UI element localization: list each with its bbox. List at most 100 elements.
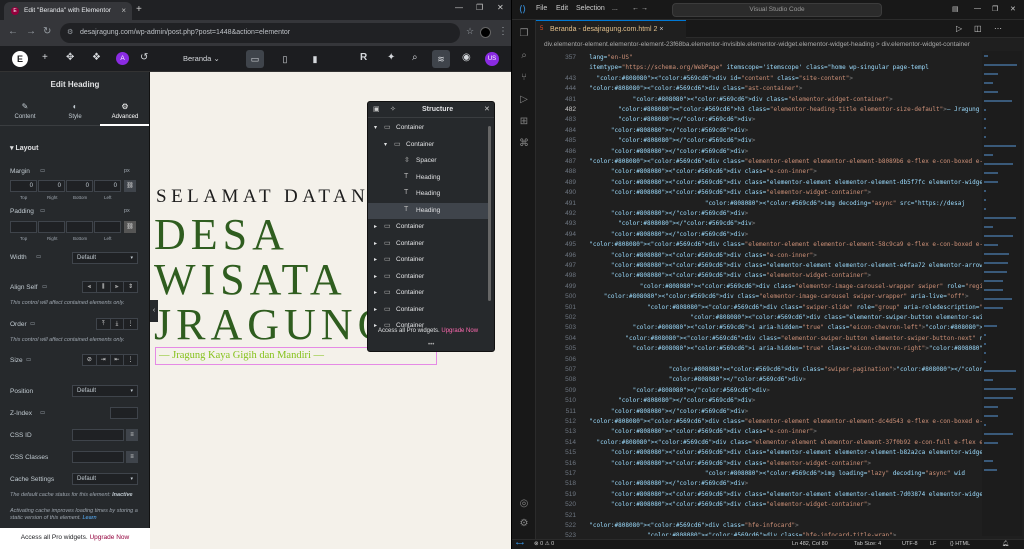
title-heading[interactable]: DESA WISATA JRAGUNG — [154, 212, 394, 347]
menu-selection[interactable]: Selection — [576, 5, 605, 12]
menu-more[interactable]: ... — [612, 5, 618, 12]
align-start-icon[interactable]: ⫷ — [83, 282, 97, 292]
code-editor[interactable]: lang="en-US" itemtype="https://schema.or… — [582, 51, 1000, 536]
structure-toggle-icon[interactable]: ≋ — [432, 50, 450, 68]
account-icon[interactable]: ◎ — [518, 498, 530, 509]
responsive-desktop-icon[interactable]: ▭ — [40, 410, 45, 416]
source-control-icon[interactable]: ⑂ — [518, 72, 530, 83]
language-mode[interactable]: {} HTML — [950, 541, 970, 547]
expand-arrow-icon[interactable]: ▸ — [374, 273, 377, 280]
minimize-icon[interactable]: — — [455, 3, 463, 12]
size-none-icon[interactable]: ⊘ — [83, 355, 97, 365]
forward-icon[interactable]: → — [26, 26, 36, 37]
size-shrink-icon[interactable]: ⇤ — [111, 355, 125, 365]
expand-arrow-icon[interactable]: ▾ — [384, 141, 387, 148]
size-grow-icon[interactable]: ⇥ — [97, 355, 111, 365]
more-actions-icon[interactable]: ⋯ — [994, 24, 1002, 33]
tab-content[interactable]: ✎ Content — [0, 96, 50, 126]
search-icon[interactable]: ⌕ — [518, 50, 530, 61]
responsive-desktop-icon[interactable]: ▭ — [36, 254, 41, 260]
search-icon[interactable]: ⌕ — [412, 52, 418, 63]
padding-unit[interactable]: px — [124, 208, 130, 214]
layout-icon[interactable]: ▤ — [952, 5, 959, 13]
history-icon[interactable]: ↺ — [140, 52, 148, 63]
tab-advanced[interactable]: ⚙ Advanced — [100, 96, 149, 126]
expand-arrow-icon[interactable]: ▸ — [374, 289, 377, 296]
menu-edit[interactable]: Edit — [556, 5, 568, 12]
expand-arrow-icon[interactable]: ▸ — [374, 223, 377, 230]
elementor-logo-icon[interactable]: E — [12, 51, 28, 67]
line-ending[interactable]: LF — [930, 541, 936, 547]
upgrade-now-link[interactable]: Upgrade Now — [89, 534, 129, 541]
responsive-desktop-icon[interactable]: ▭ — [40, 168, 45, 174]
align-center-icon[interactable]: ⫼ — [97, 282, 111, 292]
kit-icon[interactable]: ❖ — [92, 52, 101, 63]
site-settings-icon[interactable]: ✥ — [66, 52, 74, 63]
preview-eye-icon[interactable]: ◉ — [462, 52, 471, 63]
margin-bottom-input[interactable]: 0 — [66, 180, 93, 192]
order-custom-icon[interactable]: ⋮ — [124, 319, 137, 329]
greeting-heading[interactable]: SELAMAT DATANG — [156, 186, 388, 208]
expand-arrow-icon[interactable]: ▸ — [374, 256, 377, 263]
order-end-icon[interactable]: ⤓ — [111, 319, 125, 329]
browser-tab[interactable]: E Edit "Beranda" with Elementor × — [4, 2, 132, 20]
structure-item[interactable]: ▸ ▭ Container — [368, 219, 488, 236]
run-icon[interactable]: ▷ — [956, 24, 962, 33]
margin-top-input[interactable]: 0 — [10, 180, 37, 192]
nav-arrows[interactable]: ← → — [632, 5, 648, 12]
extensions-icon[interactable]: ⊞ — [518, 116, 530, 127]
margin-unit[interactable]: px — [124, 168, 130, 174]
encoding[interactable]: UTF-8 — [902, 541, 918, 547]
url-field[interactable]: ⚙ desajragung.com/wp-admin/post.php?post… — [60, 23, 460, 43]
margin-right-input[interactable]: 0 — [38, 180, 65, 192]
close-tab-icon[interactable]: × — [659, 26, 663, 33]
explorer-icon[interactable]: ❐ — [518, 28, 530, 39]
close-window-icon[interactable]: ✕ — [497, 3, 504, 12]
more-icon[interactable]: ••• — [428, 342, 434, 348]
page-selector[interactable]: Beranda ⌄ — [183, 54, 220, 63]
padding-top-input[interactable] — [10, 221, 37, 233]
tab-size[interactable]: Tab Size: 4 — [854, 541, 881, 547]
zindex-input[interactable] — [110, 407, 138, 419]
reload-icon[interactable]: ↻ — [43, 26, 51, 37]
css-classes-input[interactable] — [72, 451, 124, 463]
order-start-icon[interactable]: ⤒ — [97, 319, 111, 329]
structure-item[interactable]: T Heading — [368, 170, 488, 187]
padding-bottom-input[interactable] — [66, 221, 93, 233]
expand-icon[interactable]: ✧ — [390, 105, 396, 113]
structure-item[interactable]: T Heading — [368, 202, 488, 219]
settings-gear-icon[interactable]: ⚙ — [518, 518, 530, 529]
structure-scrollbar[interactable] — [488, 126, 491, 301]
expand-arrow-icon[interactable]: ▾ — [374, 124, 377, 131]
structure-item[interactable]: ▾ ▭ Container — [368, 120, 488, 137]
breadcrumb[interactable]: div.elementor-element.elementor-element-… — [536, 38, 1024, 51]
responsive-desktop-icon[interactable]: ▭ — [30, 321, 35, 327]
layout-section-header[interactable]: ▾ Layout — [10, 144, 38, 152]
notifications-icon[interactable]: ✦ — [387, 52, 395, 63]
menu-file[interactable]: File — [536, 5, 547, 12]
back-icon[interactable]: ← — [8, 26, 18, 37]
maximize-icon[interactable]: ❐ — [992, 5, 998, 13]
structure-item[interactable]: ▸ ▭ Container — [368, 236, 488, 253]
size-custom-icon[interactable]: ⋮ — [124, 355, 137, 365]
assistant-avatar[interactable]: A — [116, 52, 129, 65]
problems-count[interactable]: ⊗ 0 ⚠ 0 — [534, 541, 554, 547]
add-element-icon[interactable]: + — [42, 52, 48, 63]
royal-addon-icon[interactable]: R — [360, 52, 367, 63]
align-stretch-icon[interactable]: ⇕ — [124, 282, 137, 292]
responsive-desktop-icon[interactable]: ▭ — [40, 208, 45, 214]
link-values-icon[interactable]: ⛓ — [124, 180, 136, 192]
dynamic-tags-icon[interactable]: ≡ — [126, 451, 138, 463]
structure-item[interactable]: ⇳ Spacer — [368, 153, 488, 170]
padding-right-input[interactable] — [38, 221, 65, 233]
upgrade-now-link[interactable]: Upgrade Now — [441, 328, 478, 334]
link-values-icon[interactable]: ⛓ — [124, 221, 136, 233]
site-info-icon[interactable]: ⚙ — [67, 28, 73, 36]
notifications-bell-icon[interactable]: 🔔︎ — [1002, 541, 1009, 547]
close-tab-icon[interactable]: × — [121, 6, 126, 15]
structure-item[interactable]: ▸ ▭ Container — [368, 302, 488, 319]
responsive-desktop-icon[interactable]: ▭ — [42, 284, 47, 290]
command-center-search[interactable]: Visual Studio Code — [672, 3, 882, 17]
mobile-view-icon[interactable]: ▮ — [306, 50, 324, 68]
structure-item[interactable]: T Heading — [368, 186, 488, 203]
